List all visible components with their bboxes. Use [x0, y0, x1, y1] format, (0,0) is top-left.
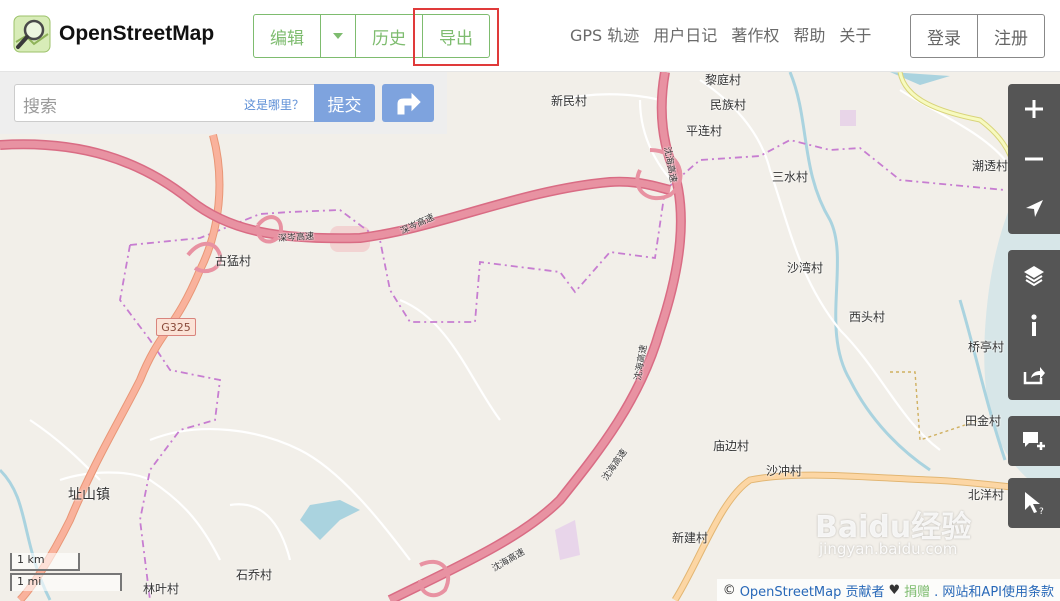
place-label: 址山镇 [68, 487, 110, 503]
auth-group: 登录 注册 [910, 14, 1045, 58]
place-label: 沙湾村 [787, 261, 824, 275]
place-label: 西头村 [849, 310, 886, 324]
brand-name: OpenStreetMap [59, 22, 215, 45]
edit-dropdown-button[interactable] [320, 14, 356, 58]
road-label: 深岑高速 [277, 231, 315, 245]
place-label: 平连村 [686, 124, 723, 138]
search-submit-button[interactable]: 提交 [314, 84, 375, 122]
heart-icon: ♥ [888, 582, 901, 598]
scale-km: 1 km [10, 553, 80, 571]
copyright-symbol: © [722, 582, 736, 598]
locate-button[interactable] [1008, 184, 1060, 234]
search-placeholder: 搜索 [23, 97, 57, 117]
where-am-i-link[interactable]: 这是哪里？ [244, 96, 304, 113]
search-input[interactable]: 搜索 这是哪里？ [14, 84, 314, 122]
place-label: 古猛村 [215, 254, 252, 268]
place-label: 黎庭村 [705, 73, 742, 87]
directions-icon [397, 92, 421, 115]
place-label: 北洋村 [968, 488, 1005, 502]
nav-copyright[interactable]: 著作权 [731, 22, 779, 46]
nav-user-diaries[interactable]: 用户日记 [653, 22, 717, 46]
export-button[interactable]: 导出 [422, 14, 490, 58]
share-button[interactable] [1008, 350, 1060, 400]
place-label: 潮透村 [972, 159, 1009, 173]
scale-bar: 1 km 1 mi [10, 553, 122, 591]
zoom-out-button[interactable] [1008, 134, 1060, 184]
nav-help[interactable]: 帮助 [793, 22, 825, 46]
signup-button[interactable]: 注册 [977, 14, 1045, 58]
zoom-in-icon [1025, 100, 1043, 118]
place-label: 新建村 [672, 531, 709, 545]
scale-mi: 1 mi [10, 573, 122, 591]
place-label: 庙边村 [713, 439, 750, 453]
info-icon [1031, 314, 1037, 336]
secondary-nav: GPS 轨迹 用户日记 著作权 帮助 关于 [570, 22, 871, 46]
map-canvas[interactable] [0, 72, 1060, 601]
directions-button[interactable] [382, 84, 434, 122]
osm-contributors-link[interactable]: OpenStreetMap 贡献者 [740, 581, 885, 600]
place-label: 沙冲村 [766, 464, 803, 478]
nav-about[interactable]: 关于 [839, 22, 871, 46]
layers-icon [1024, 266, 1044, 287]
add-note-button[interactable] [1008, 416, 1060, 466]
place-label: 桥亭村 [968, 340, 1005, 354]
road-shield: G325 [156, 318, 196, 336]
zoom-out-icon [1025, 157, 1043, 161]
header: OpenStreetMap 编辑 历史 导出 GPS 轨迹 用户日记 著作权 帮… [0, 0, 1060, 72]
attribution: © OpenStreetMap 贡献者 ♥ 捐赠 . 网站和API使用条款 [716, 579, 1060, 601]
place-label: 民族村 [710, 98, 747, 112]
nav-gps-traces[interactable]: GPS 轨迹 [570, 22, 639, 46]
search-bar: 搜索 这是哪里？ 提交 [0, 72, 447, 134]
place-label: 三水村 [772, 170, 809, 184]
zoom-in-button[interactable] [1008, 84, 1060, 134]
map-key-button[interactable] [1008, 300, 1060, 350]
add-note-icon [1023, 432, 1045, 450]
locate-arrow-icon [1026, 200, 1043, 217]
terms-link[interactable]: . 网站和API使用条款 [934, 581, 1054, 600]
place-label: 林叶村 [143, 582, 180, 596]
map-view[interactable]: 黎庭村 新民村 民族村 平连村 潮透村 三水村 沙湾村 古猛村 西头村 桥亭村 … [0, 72, 1060, 601]
donate-link[interactable]: 捐赠 [904, 581, 930, 600]
svg-text:?: ? [1039, 507, 1044, 516]
brand-link[interactable]: OpenStreetMap [12, 14, 214, 54]
edit-button[interactable]: 编辑 [253, 14, 321, 58]
osm-logo-icon [13, 15, 51, 53]
place-label: 石乔村 [236, 568, 273, 582]
query-features-button[interactable]: ? [1008, 478, 1060, 528]
place-label: 新民村 [551, 94, 588, 108]
history-button[interactable]: 历史 [355, 14, 423, 58]
query-cursor-icon: ? [1025, 492, 1044, 516]
place-label: 田金村 [965, 414, 1002, 428]
chevron-down-icon [333, 33, 343, 39]
layers-button[interactable] [1008, 250, 1060, 300]
login-button[interactable]: 登录 [910, 14, 978, 58]
share-icon [1023, 367, 1045, 385]
edit-button-group: 编辑 历史 导出 [253, 14, 490, 58]
